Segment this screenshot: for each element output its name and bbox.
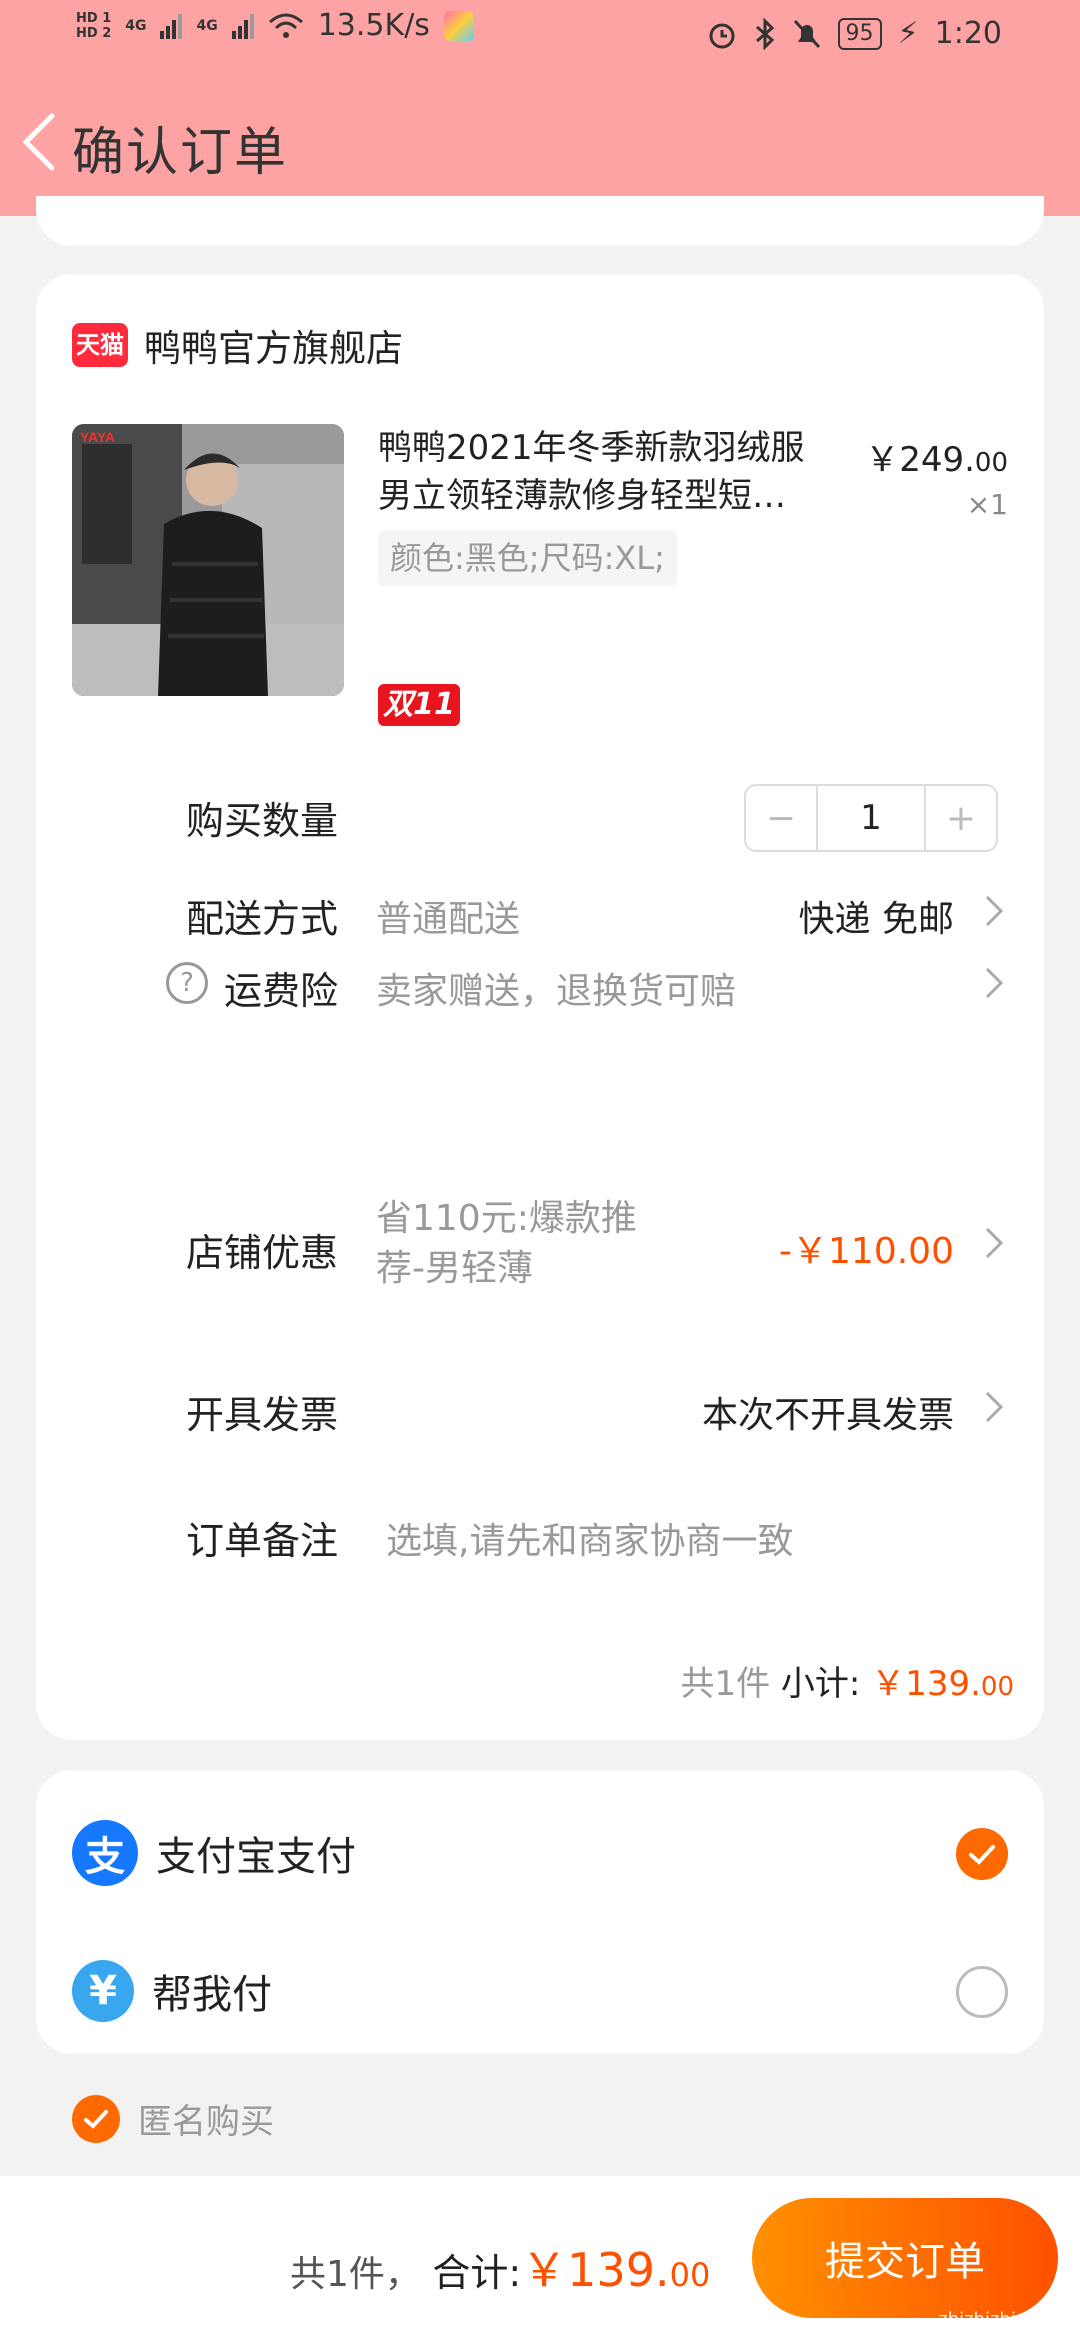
increase-button[interactable]: +	[924, 786, 996, 850]
help-icon[interactable]: ?	[166, 962, 208, 1004]
header-bar: HD 1 HD 2 4G 4G 13.5K/s 95 ⚡ 1:20 确认订单	[0, 0, 1080, 216]
bottom-bar: 共1件， 合计:￥139.00 提交订单 zhizhizhi.com	[0, 2176, 1080, 2340]
back-arrow-icon[interactable]	[18, 112, 58, 172]
payment-card: 支 支付宝支付 ¥ 帮我付	[36, 1770, 1044, 2054]
clock: 1:20	[934, 16, 1002, 51]
help-pay-label: 帮我付	[152, 1972, 272, 2018]
sim2-badge: HD 2	[76, 25, 112, 41]
wifi-icon	[268, 13, 303, 38]
discount-description: 省110元:爆款推荐-男轻薄	[376, 1198, 637, 1289]
chevron-right-icon	[985, 1391, 1004, 1423]
anonymous-purchase[interactable]: 匿名购买	[72, 2094, 274, 2143]
shop-name[interactable]: 鸭鸭官方旗舰店	[144, 318, 403, 372]
previous-card-edge	[36, 196, 1044, 246]
price-cents: 00	[974, 448, 1008, 478]
product-qty: ×1	[966, 488, 1008, 521]
discount-amount: -￥110.00	[779, 1231, 954, 1272]
order-card: 天猫 鸭鸭官方旗舰店 YAYA 鸭鸭2021年冬季新款羽绒服男立领轻薄款修身轻型…	[36, 274, 1044, 1740]
help-pay-option[interactable]: ¥ 帮我付	[72, 1960, 272, 2022]
anonymous-label: 匿名购买	[138, 2102, 274, 2142]
shop-header[interactable]: 天猫 鸭鸭官方旗舰店	[72, 318, 403, 372]
help-pay-icon: ¥	[72, 1960, 134, 2022]
svg-text:YAYA: YAYA	[80, 429, 115, 445]
chevron-right-icon	[985, 1227, 1004, 1259]
total-amount: ￥139.00	[521, 2243, 710, 2297]
note-input[interactable]: 选填,请先和商家协商一致	[386, 1512, 793, 1564]
submit-order-button[interactable]: 提交订单	[752, 2198, 1058, 2318]
alipay-icon: 支	[72, 1820, 138, 1886]
order-total: 共1件， 合计:￥139.00	[290, 2234, 710, 2300]
watermark: zhizhizhi.com	[938, 2309, 1060, 2330]
charging-icon: ⚡	[897, 16, 919, 51]
network-type-1: 4G	[125, 17, 147, 34]
double11-badge: 双11	[378, 684, 460, 726]
bluetooth-icon	[755, 17, 774, 50]
subtotal-amount-main: ￥139.	[871, 1664, 981, 1704]
delivery-method: 快递 免邮	[798, 899, 954, 940]
alipay-option[interactable]: 支 支付宝支付	[72, 1820, 356, 1886]
anonymous-checkbox[interactable]	[72, 2094, 120, 2143]
alipay-label: 支付宝支付	[156, 1834, 356, 1880]
product-thumbnail[interactable]: YAYA	[72, 424, 344, 696]
product-price: ￥249.00	[865, 432, 1008, 481]
delivery-label: 配送方式	[186, 897, 339, 941]
invoice-value: 本次不开具发票	[701, 1395, 954, 1436]
price-main: ￥249.	[865, 440, 975, 480]
page-title: 确认订单	[72, 123, 289, 183]
delivery-value: 普通配送	[376, 899, 521, 940]
subtotal-count: 共1件	[680, 1664, 771, 1704]
quantity-stepper: − 1 +	[744, 784, 998, 852]
note-label: 订单备注	[186, 1519, 339, 1563]
signal-icon-2	[231, 13, 254, 39]
subtotal-amount: ￥139.00	[871, 1664, 1014, 1704]
product-image: YAYA	[72, 424, 344, 696]
product-title[interactable]: 鸭鸭2021年冬季新款羽绒服男立领轻薄款修身轻型短…	[378, 424, 838, 520]
decrease-button[interactable]: −	[746, 786, 818, 850]
battery-icon: 95	[837, 17, 882, 50]
insurance-value: 卖家赠送，退换货可赔	[376, 971, 737, 1012]
net-speed: 13.5K/s	[317, 8, 430, 43]
quantity-input[interactable]: 1	[818, 786, 924, 850]
status-left: HD 1 HD 2 4G 4G 13.5K/s	[76, 8, 474, 43]
subtotal-amount-cents: 00	[980, 1672, 1014, 1702]
invoice-label: 开具发票	[186, 1393, 339, 1437]
sim-badges: HD 1 HD 2	[76, 11, 111, 41]
mute-bell-icon	[793, 19, 820, 48]
subtotal-label: 小计:	[780, 1664, 861, 1704]
total-count: 共1件，	[290, 2254, 421, 2295]
status-bar: HD 1 HD 2 4G 4G 13.5K/s 95 ⚡ 1:20	[0, 0, 1080, 72]
app-notification-icon	[443, 10, 474, 41]
sku-spec[interactable]: 颜色:黑色;尺码:XL;	[378, 530, 677, 586]
subtotal: 共1件 小计: ￥139.00	[680, 1656, 1014, 1705]
signal-icon	[160, 13, 183, 39]
quantity-label: 购买数量	[186, 799, 339, 843]
chevron-right-icon	[985, 967, 1004, 999]
sim1-badge: HD 1	[76, 10, 112, 26]
alipay-radio[interactable]	[956, 1828, 1008, 1880]
check-icon	[84, 2109, 108, 2129]
check-icon	[969, 1845, 995, 1865]
total-label: 合计:	[432, 2251, 522, 2295]
total-amount-cents: 00	[669, 2256, 711, 2294]
total-amount-main: ￥139.	[521, 2243, 670, 2297]
alarm-icon	[709, 23, 735, 48]
tmall-logo-icon: 天猫	[72, 323, 128, 367]
insurance-label: 运费险	[224, 969, 339, 1013]
chevron-right-icon	[985, 895, 1004, 927]
help-pay-radio[interactable]	[956, 1966, 1008, 2018]
discount-label: 店铺优惠	[186, 1231, 339, 1275]
status-right: 95 ⚡ 1:20	[706, 16, 1002, 51]
network-type-2: 4G	[196, 17, 218, 34]
